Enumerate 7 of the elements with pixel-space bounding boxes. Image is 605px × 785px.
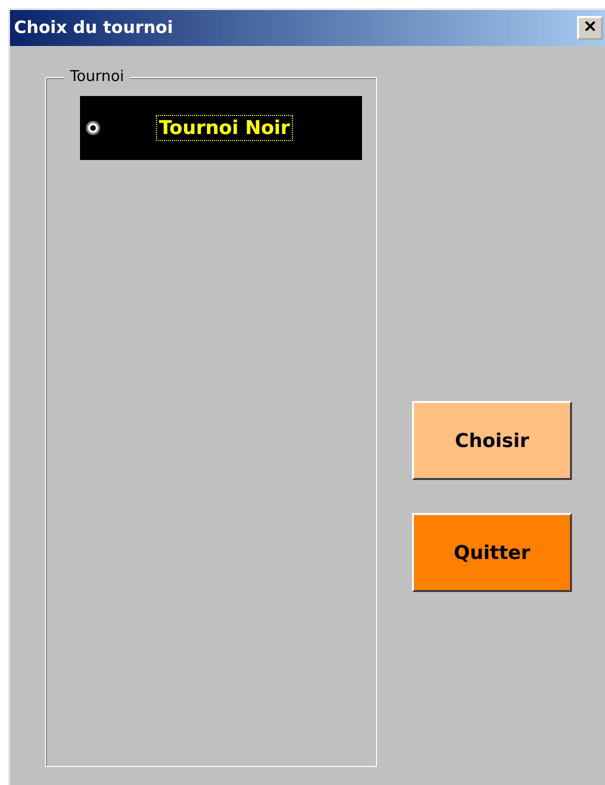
action-button[interactable]: Quitter [412,513,572,592]
window-title: Choix du tournoi [14,18,174,38]
radio-button[interactable] [86,121,100,135]
option-row[interactable]: Tournoi Noir [80,96,362,160]
action-button[interactable]: Choisir [412,401,572,480]
option-label: Tournoi Noir [156,115,293,141]
close-button[interactable]: ✕ [577,16,603,40]
